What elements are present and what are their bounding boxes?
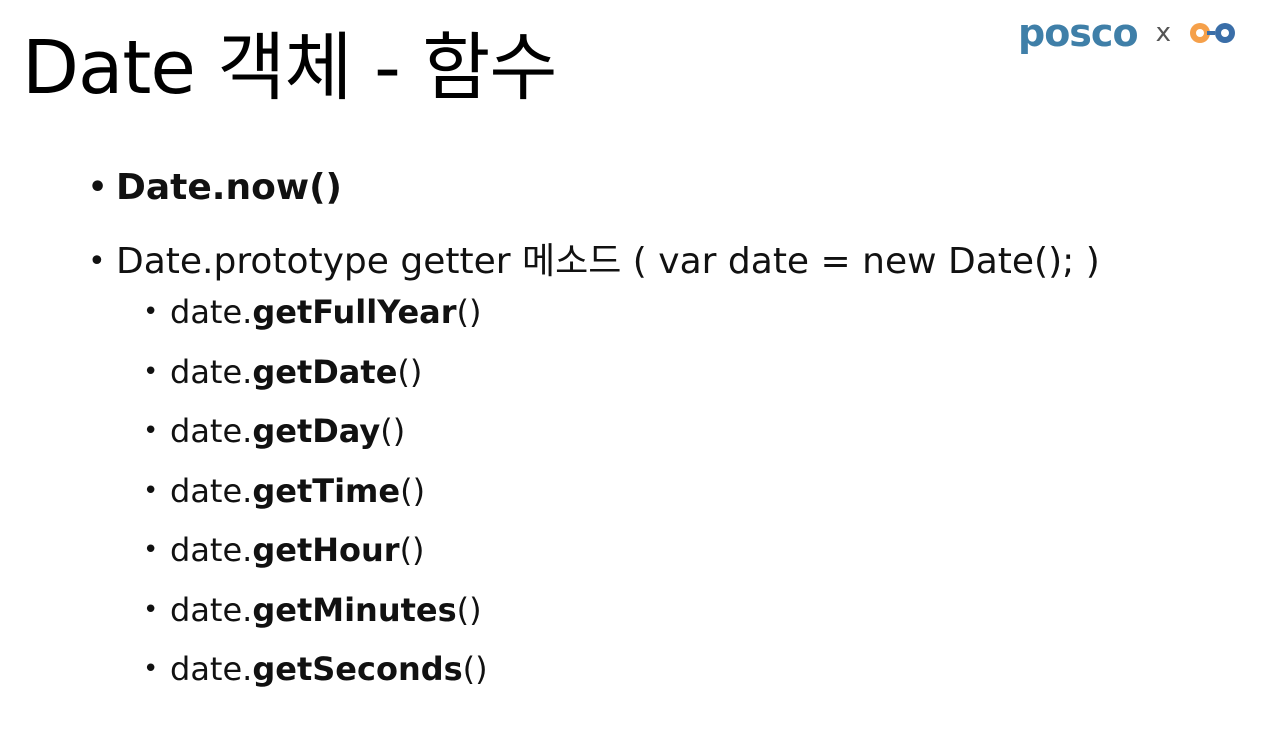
bullet-list: Date.now() Date.prototype getter 메소드 ( v… — [88, 160, 1100, 308]
bullet-getter-methods: Date.prototype getter 메소드 ( var date = n… — [88, 234, 1100, 290]
method-parens: () — [462, 650, 488, 688]
method-prefix: date. — [170, 650, 253, 688]
method-item: date.getTime() — [143, 467, 488, 515]
brand-logo: posco x — [1018, 6, 1235, 60]
method-name: getTime — [252, 471, 401, 510]
method-prefix: date. — [170, 352, 253, 391]
method-prefix: date. — [170, 590, 253, 629]
method-parens: () — [397, 352, 423, 391]
logo-separator: x — [1155, 18, 1171, 48]
method-parens: () — [380, 412, 406, 450]
method-name: getMinutes — [252, 590, 457, 629]
method-prefix: date. — [170, 531, 253, 569]
bullet-date-now: Date.now() — [88, 160, 1100, 216]
orange-circle-logo-icon — [1187, 18, 1235, 48]
method-list: date.getFullYear() date.getDate() date.g… — [88, 288, 488, 705]
method-item: date.getDate() — [143, 348, 488, 396]
method-parens: () — [400, 471, 426, 510]
method-item: date.getHour() — [143, 526, 488, 574]
method-parens: () — [456, 293, 482, 331]
method-prefix: date. — [170, 471, 253, 510]
method-name: getDay — [252, 412, 381, 450]
method-parens: () — [456, 590, 482, 629]
method-item: date.getSeconds() — [143, 645, 488, 693]
method-prefix: date. — [170, 412, 253, 450]
method-prefix: date. — [170, 293, 253, 331]
posco-logo-text: posco — [1018, 11, 1139, 55]
bullet-getter-methods-text: Date.prototype getter 메소드 ( var date = n… — [116, 241, 1100, 282]
method-name: getSeconds — [252, 650, 463, 688]
method-name: getHour — [252, 531, 400, 569]
method-name: getDate — [252, 352, 398, 391]
method-item: date.getDay() — [143, 407, 488, 455]
method-name: getFullYear — [252, 293, 457, 331]
method-item: date.getFullYear() — [143, 288, 488, 336]
slide-title: Date 객체 - 함수 — [22, 25, 557, 111]
method-parens: () — [399, 531, 425, 569]
method-item: date.getMinutes() — [143, 586, 488, 634]
